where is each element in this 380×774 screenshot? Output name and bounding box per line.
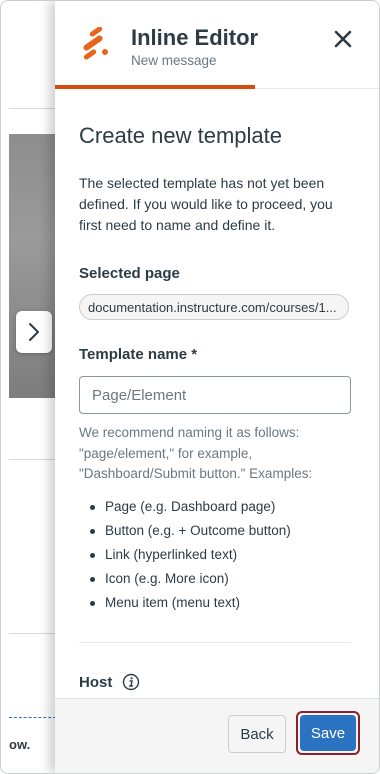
host-section: Host xyxy=(79,673,140,691)
naming-help-text: We recommend naming it as follows: "page… xyxy=(79,425,313,481)
host-label: Host xyxy=(79,673,113,691)
list-item: Link (hyperlinked text) xyxy=(79,543,291,567)
divider xyxy=(9,633,61,634)
app-title: Inline Editor xyxy=(131,25,259,50)
background-image xyxy=(9,134,61,398)
panel-header: Inline Editor New message xyxy=(55,1,379,89)
info-icon[interactable] xyxy=(122,673,140,691)
page-title: Create new template xyxy=(79,123,282,148)
template-name-input[interactable] xyxy=(79,376,351,414)
examples-list: Page (e.g. Dashboard page) Button (e.g. … xyxy=(79,495,291,615)
dashed-line xyxy=(9,717,61,718)
intro-text: The selected template has not yet been d… xyxy=(79,175,333,233)
save-button[interactable]: Save xyxy=(300,715,356,751)
background-text: ow. xyxy=(9,737,31,752)
save-button-highlight: Save xyxy=(296,711,360,755)
list-item: Page (e.g. Dashboard page) xyxy=(79,495,291,519)
list-item: Icon (e.g. More icon) xyxy=(79,567,291,591)
panel-footer: Back Save xyxy=(55,698,379,773)
app-subtitle: New message xyxy=(131,53,217,68)
template-name-label: Template name * xyxy=(79,346,198,363)
progress-accent-bar xyxy=(55,85,255,89)
divider xyxy=(9,459,61,460)
close-icon[interactable] xyxy=(331,27,355,51)
selected-page-url: documentation.instructure.com/courses/1.… xyxy=(79,294,349,320)
next-arrow-button[interactable] xyxy=(16,311,52,353)
background-page: ow. xyxy=(1,1,61,773)
section-divider xyxy=(79,642,351,643)
chevron-right-icon xyxy=(29,323,39,341)
list-item: Button (e.g. + Outcome button) xyxy=(79,519,291,543)
selected-page-label: Selected page xyxy=(79,265,180,282)
divider xyxy=(9,108,61,109)
inline-editor-panel: Inline Editor New message Create new tem… xyxy=(55,1,379,773)
window-frame: ow. Inline Editor New message Create new… xyxy=(0,0,380,774)
app-logo-icon xyxy=(83,27,108,60)
list-item: Menu item (menu text) xyxy=(79,591,291,615)
back-button[interactable]: Back xyxy=(228,715,286,753)
